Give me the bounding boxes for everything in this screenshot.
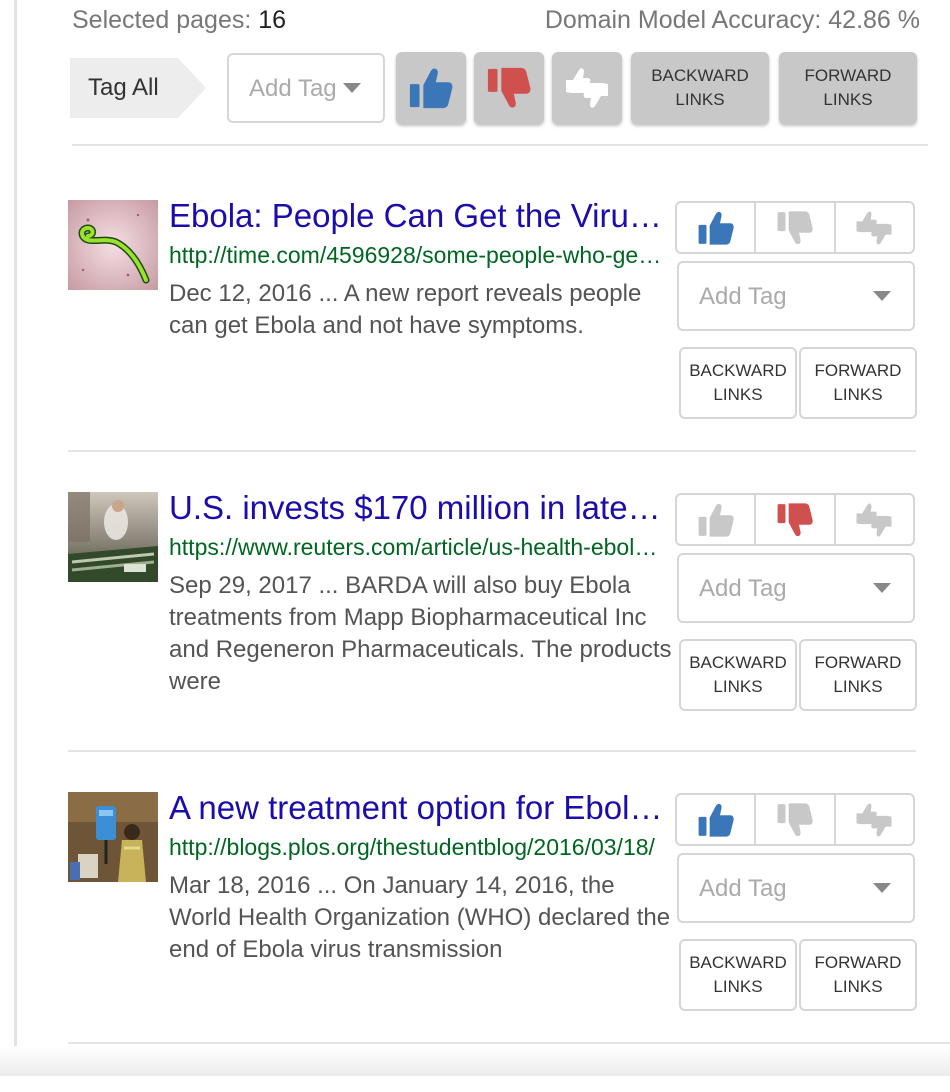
result-thumbnail[interactable] bbox=[68, 492, 158, 582]
backward-label-1: BACKWARD bbox=[689, 361, 787, 380]
backward-links-button[interactable]: BACKWARD LINKS bbox=[679, 639, 797, 711]
neutral-button[interactable] bbox=[833, 495, 913, 544]
page-bottom-shadow bbox=[0, 1046, 950, 1076]
forward-links-button[interactable]: FORWARD LINKS bbox=[799, 347, 917, 419]
result-thumbnail[interactable] bbox=[68, 792, 158, 882]
domain-model-accuracy: Domain Model Accuracy: 42.86 % bbox=[544, 6, 920, 34]
forward-label-2: LINKS bbox=[833, 677, 883, 696]
irrelevant-button[interactable] bbox=[754, 795, 833, 844]
irrelevant-button[interactable] bbox=[754, 203, 833, 252]
backward-links-button[interactable]: BACKWARD LINKS bbox=[679, 347, 797, 419]
result-title-link[interactable]: U.S. invests $170 million in late-stage … bbox=[169, 486, 664, 530]
treatment-photo-image bbox=[68, 792, 158, 882]
tag-all-irrelevant-button[interactable] bbox=[474, 52, 544, 124]
backward-label-2: LINKS bbox=[713, 977, 763, 996]
tag-all-neutral-button[interactable] bbox=[552, 52, 622, 124]
thumbs-down-icon bbox=[776, 209, 814, 247]
neutral-thumbs-icon bbox=[854, 800, 894, 840]
dropdown-caret-icon bbox=[873, 291, 891, 301]
thumbs-up-icon bbox=[697, 501, 735, 539]
tag-all-label: Tag All bbox=[70, 58, 206, 118]
relevant-button[interactable] bbox=[677, 795, 754, 844]
neutral-thumbs-icon bbox=[563, 64, 611, 112]
neutral-thumbs-icon bbox=[854, 208, 894, 248]
add-tag-placeholder: Add Tag bbox=[699, 875, 787, 902]
add-tag-placeholder: Add Tag bbox=[699, 575, 787, 602]
vote-group bbox=[675, 793, 915, 846]
thumbs-down-icon bbox=[776, 501, 814, 539]
selected-pages-count: Selected pages: 16 bbox=[72, 6, 286, 35]
neutral-button[interactable] bbox=[833, 203, 913, 252]
header-divider bbox=[72, 144, 928, 146]
forward-label-2: LINKS bbox=[823, 90, 873, 109]
thumbs-up-icon bbox=[697, 801, 735, 839]
result-thumbnail[interactable] bbox=[68, 200, 158, 290]
forward-label-1: FORWARD bbox=[804, 66, 892, 85]
add-tag-placeholder: Add Tag bbox=[249, 75, 337, 102]
result-divider bbox=[68, 1042, 950, 1044]
forward-links-button[interactable]: FORWARD LINKS bbox=[799, 639, 917, 711]
forward-label-2: LINKS bbox=[833, 977, 883, 996]
result-divider bbox=[68, 450, 916, 452]
forward-links-button[interactable]: FORWARD LINKS bbox=[799, 939, 917, 1011]
vote-group bbox=[675, 493, 915, 546]
irrelevant-button[interactable] bbox=[754, 495, 833, 544]
result-snippet: Dec 12, 2016 ... A new report reveals pe… bbox=[169, 280, 642, 339]
tag-all-forward-links-button[interactable]: FORWARD LINKS bbox=[779, 52, 917, 124]
backward-label-2: LINKS bbox=[713, 385, 763, 404]
result-snippet: Sep 29, 2017 ... BARDA will also buy Ebo… bbox=[169, 572, 672, 695]
result-url[interactable]: https://www.reuters.com/article/us-healt… bbox=[169, 532, 664, 562]
tag-all-add-tag-dropdown[interactable]: Add Tag bbox=[227, 53, 385, 123]
forward-label-1: FORWARD bbox=[814, 653, 902, 672]
add-tag-placeholder: Add Tag bbox=[699, 283, 787, 310]
add-tag-dropdown[interactable]: Add Tag bbox=[677, 261, 915, 331]
selected-pages-label: Selected pages: bbox=[72, 6, 259, 34]
backward-label-1: BACKWARD bbox=[689, 953, 787, 972]
relevant-button[interactable] bbox=[677, 495, 754, 544]
neutral-thumbs-icon bbox=[854, 500, 894, 540]
result-title-link[interactable]: Ebola: People Can Get the Virus and Not … bbox=[169, 194, 664, 238]
result-item: Ebola: People Can Get the Virus and Not … bbox=[0, 197, 950, 500]
result-divider bbox=[68, 750, 916, 752]
ebola-virus-image bbox=[68, 200, 158, 290]
forward-label-1: FORWARD bbox=[814, 361, 902, 380]
result-item: U.S. invests $170 million in late-stage … bbox=[0, 489, 950, 792]
add-tag-dropdown[interactable]: Add Tag bbox=[677, 853, 915, 923]
forward-label-2: LINKS bbox=[833, 385, 883, 404]
dropdown-caret-icon bbox=[343, 83, 361, 93]
vote-group bbox=[675, 201, 915, 254]
backward-label-1: BACKWARD bbox=[651, 66, 749, 85]
thumbs-up-icon bbox=[697, 209, 735, 247]
result-url[interactable]: http://blogs.plos.org/thestudentblog/201… bbox=[169, 832, 664, 862]
backward-label-2: LINKS bbox=[675, 90, 725, 109]
lab-photo-image bbox=[68, 492, 158, 582]
thumbs-down-icon bbox=[486, 65, 532, 111]
relevant-button[interactable] bbox=[677, 203, 754, 252]
result-title-link[interactable]: A new treatment option for Ebola virus d… bbox=[169, 786, 664, 830]
neutral-button[interactable] bbox=[833, 795, 913, 844]
tag-all-relevant-button[interactable] bbox=[396, 52, 466, 124]
dropdown-caret-icon bbox=[873, 883, 891, 893]
add-tag-dropdown[interactable]: Add Tag bbox=[677, 553, 915, 623]
result-url[interactable]: http://time.com/4596928/some-people-who-… bbox=[169, 240, 664, 270]
backward-links-button[interactable]: BACKWARD LINKS bbox=[679, 939, 797, 1011]
tag-all-backward-links-button[interactable]: BACKWARD LINKS bbox=[631, 52, 769, 124]
result-snippet: Mar 18, 2016 ... On January 14, 2016, th… bbox=[169, 872, 671, 963]
forward-label-1: FORWARD bbox=[814, 953, 902, 972]
selected-pages-number: 16 bbox=[258, 6, 287, 34]
backward-label-2: LINKS bbox=[713, 677, 763, 696]
dropdown-caret-icon bbox=[873, 583, 891, 593]
thumbs-down-icon bbox=[776, 801, 814, 839]
backward-label-1: BACKWARD bbox=[689, 653, 787, 672]
thumbs-up-icon bbox=[408, 65, 454, 111]
